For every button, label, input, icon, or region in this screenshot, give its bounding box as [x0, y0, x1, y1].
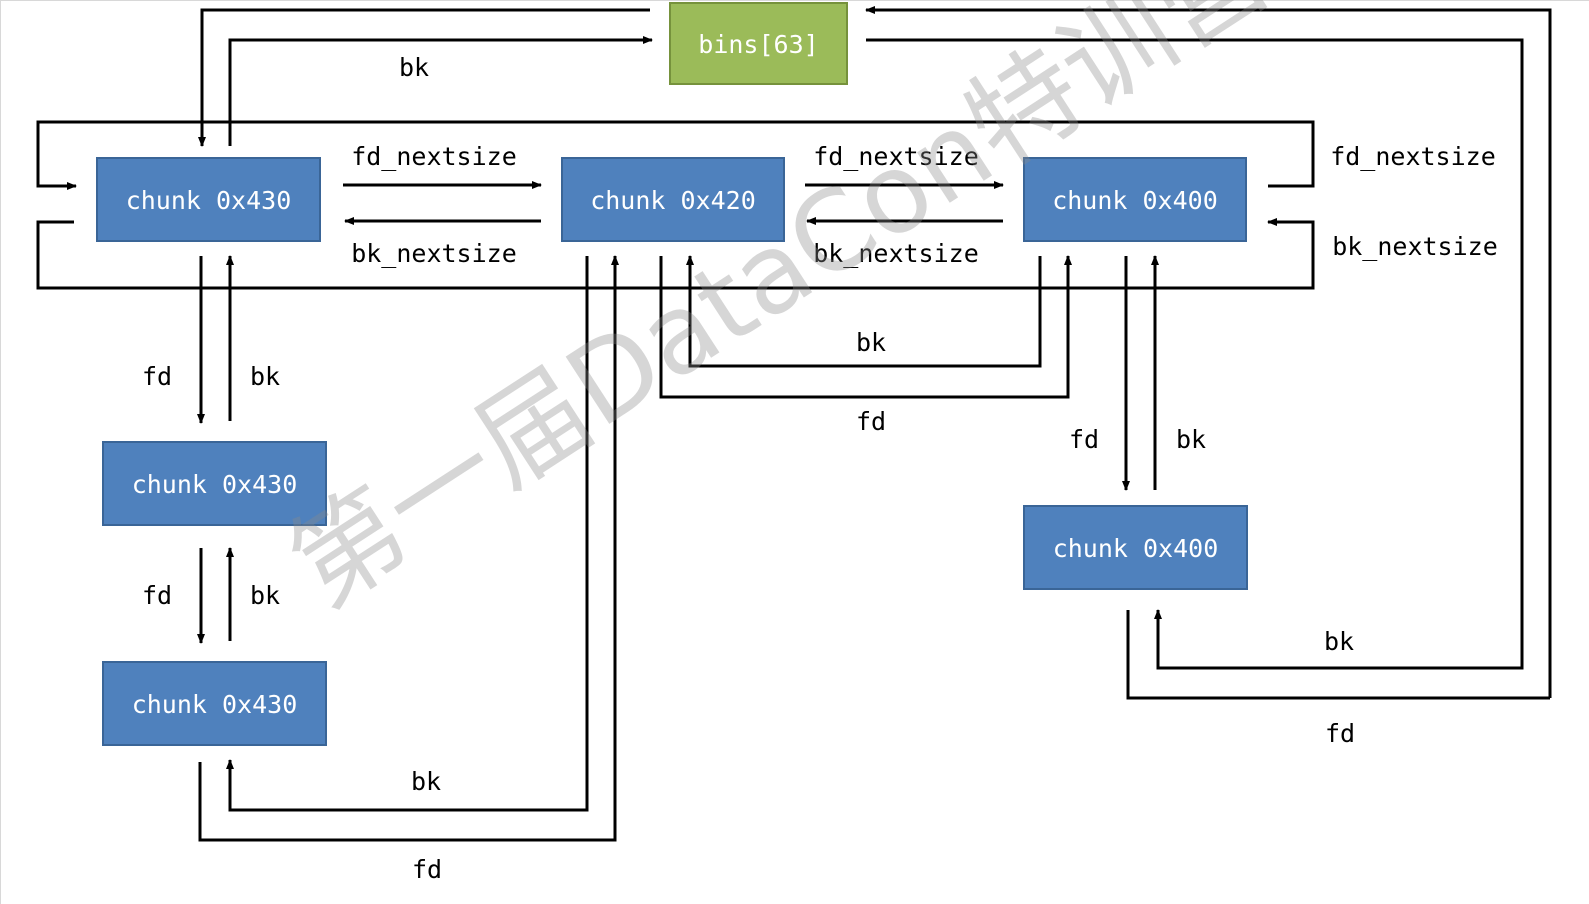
chunk-400b-label: chunk 0x400 [1053, 534, 1219, 563]
label-bk-nextsize-outer: bk_nextsize [1332, 232, 1498, 261]
label-fd-nextsize-outer: fd_nextsize [1330, 142, 1496, 171]
label-bk-c2: bk [1324, 627, 1354, 656]
chunk-node-400: chunk 0x400 [1023, 157, 1247, 242]
label-bk-bins: bk [399, 53, 429, 82]
bins-label: bins[63] [698, 30, 818, 59]
label-fd-a2: fd [142, 581, 172, 610]
chunk-430-label: chunk 0x430 [126, 186, 292, 215]
chunk-430-bk-to-bins [228, 36, 653, 146]
label-fd-a1: fd [142, 362, 172, 391]
label-bk-nextsize-a: bk_nextsize [351, 239, 517, 268]
chunk-430b-label: chunk 0x430 [132, 470, 298, 499]
chunk-node-430: chunk 0x430 [96, 157, 321, 242]
chunk-430c-label: chunk 0x430 [132, 690, 298, 719]
label-bk-bc: bk [856, 328, 886, 357]
chunk-400-label: chunk 0x400 [1052, 186, 1218, 215]
chunk-node-400-second: chunk 0x400 [1023, 505, 1248, 590]
label-fd-c2: fd [1325, 719, 1355, 748]
chunk-node-430-third: chunk 0x430 [102, 661, 327, 746]
label-bk-a2: bk [250, 581, 280, 610]
label-fd-bc: fd [856, 407, 886, 436]
label-bk-ab: bk [411, 767, 441, 796]
label-bk-c1: bk [1176, 425, 1206, 454]
bins-node: bins[63] [669, 2, 848, 85]
label-bk-a1: bk [250, 362, 280, 391]
heap-bins-diagram: bins[63] chunk 0x430 chunk 0x420 chunk 0… [36, 0, 1552, 884]
label-fd-ab: fd [412, 855, 442, 884]
chunk-420-label: chunk 0x420 [590, 186, 756, 215]
label-fd-nextsize-a: fd_nextsize [351, 142, 517, 171]
label-fd-c1: fd [1069, 425, 1099, 454]
